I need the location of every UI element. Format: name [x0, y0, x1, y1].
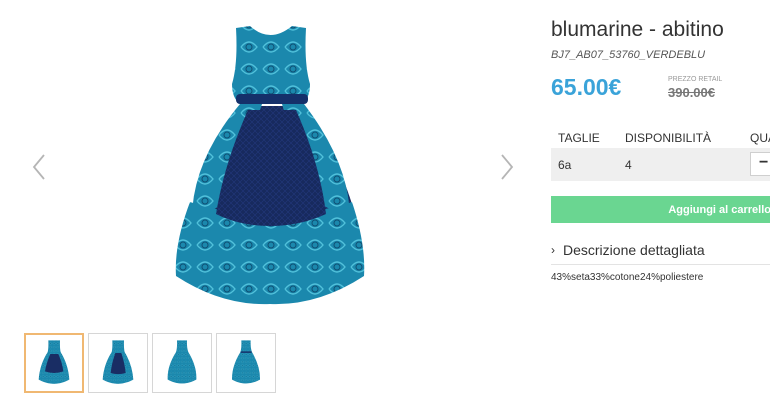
- dress-thumbnail-icon: [38, 340, 70, 384]
- thumbnail-strip: [24, 333, 276, 393]
- header-sizes: TAGLIE: [558, 131, 600, 145]
- product-info-panel: blumarine - abitino BJ7_AB07_53760_VERDE…: [551, 0, 770, 403]
- size-row: 6a 4: [551, 148, 770, 181]
- thumbnail-2[interactable]: [88, 333, 148, 393]
- availability-value: 4: [625, 158, 632, 172]
- chevron-right-icon: ›: [551, 243, 555, 257]
- header-availability: DISPONIBILITÀ: [625, 131, 712, 145]
- material-composition: 43%seta33%cotone24%poliestere: [551, 272, 704, 283]
- sizes-table-header: TAGLIE DISPONIBILITÀ QUA: [551, 126, 770, 146]
- product-title: blumarine - abitino: [551, 18, 724, 41]
- header-quantity: QUA: [750, 131, 770, 145]
- thumbnail-1[interactable]: [24, 333, 84, 393]
- description-toggle-label: Descrizione dettagliata: [563, 242, 705, 258]
- dress-back-thumbnail-icon: [102, 340, 134, 384]
- retail-price: 390.00€: [668, 85, 715, 100]
- product-sku: BJ7_AB07_53760_VERDEBLU: [551, 49, 706, 61]
- product-gallery: [0, 0, 540, 403]
- thumbnail-4[interactable]: [216, 333, 276, 393]
- product-price: 65.00€: [551, 74, 622, 100]
- quantity-decrease-button[interactable]: −: [750, 152, 770, 176]
- retail-price-label: PREZZO RETAIL: [668, 76, 723, 83]
- description-toggle[interactable]: › Descrizione dettagliata: [551, 240, 770, 265]
- thumbnail-3[interactable]: [152, 333, 212, 393]
- next-image-arrow-icon[interactable]: [494, 150, 518, 184]
- size-value: 6a: [558, 158, 572, 172]
- previous-image-arrow-icon[interactable]: [28, 150, 52, 184]
- product-main-image: [175, 26, 365, 305]
- dress-detail-thumbnail-icon: [231, 340, 261, 384]
- dress-side-thumbnail-icon: [167, 340, 197, 384]
- add-to-cart-button[interactable]: Aggiungi al carrello: [551, 196, 770, 223]
